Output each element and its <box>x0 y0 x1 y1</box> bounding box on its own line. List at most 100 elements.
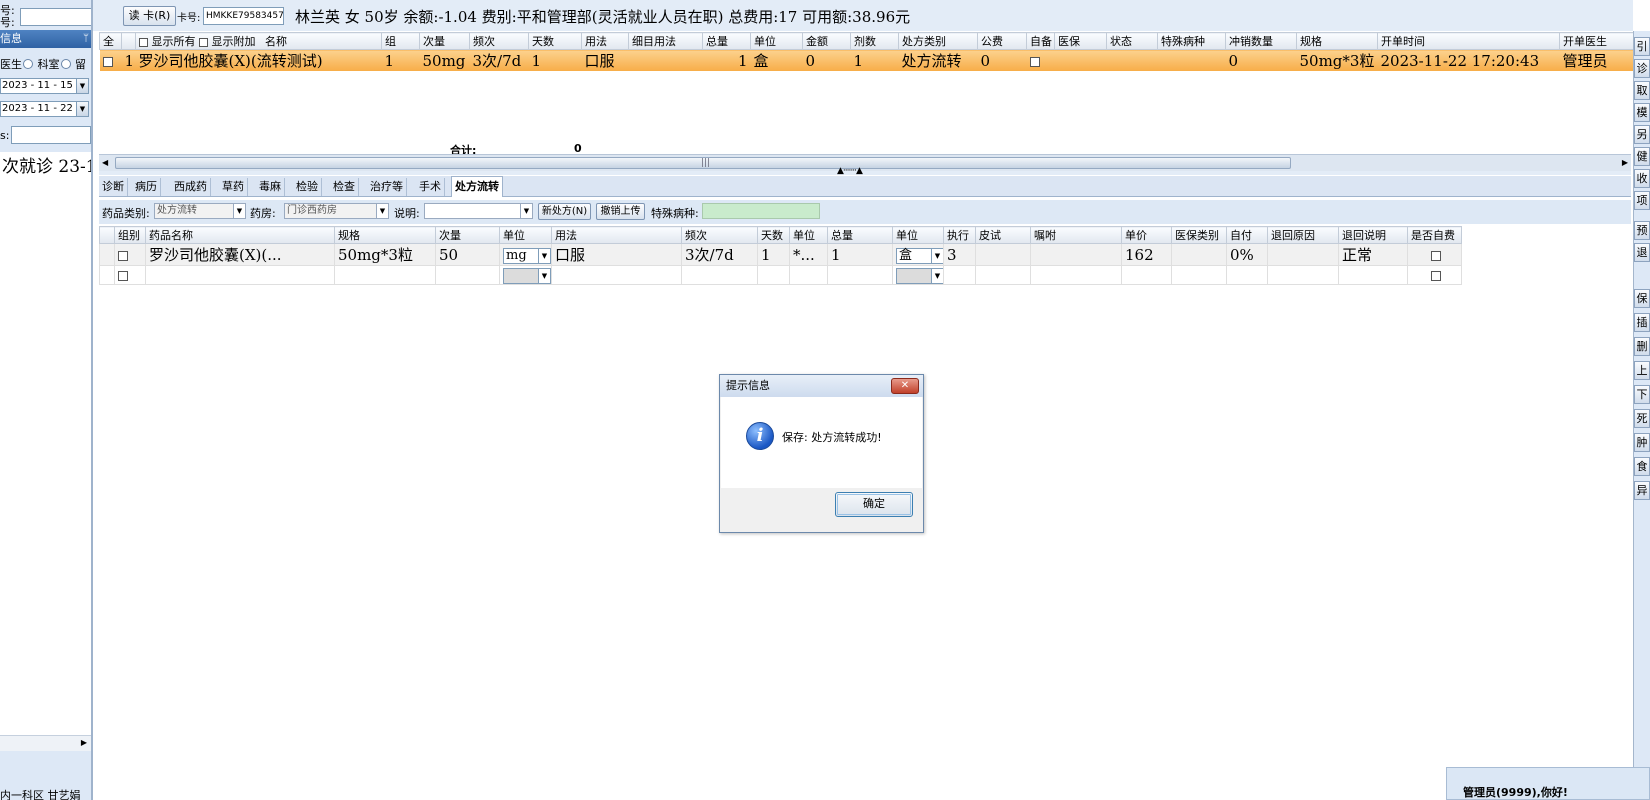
tab-treatment[interactable]: 治疗等 <box>367 178 407 196</box>
group-cell[interactable] <box>114 243 146 266</box>
col-public-fee[interactable]: 公费 <box>977 32 1027 50</box>
drug-category-select[interactable]: 处方流转 ▼ <box>154 203 246 219</box>
tab-diagnosis[interactable]: 诊断 <box>99 178 128 196</box>
row-checkbox-cell[interactable] <box>99 49 122 71</box>
total-unit-cell[interactable]: ▼ <box>892 265 944 285</box>
chevron-down-icon[interactable]: ▼ <box>538 269 550 283</box>
usage[interactable]: 口服 <box>551 243 682 266</box>
col-price[interactable]: 单价 <box>1121 226 1172 244</box>
table-row[interactable]: 1 罗沙司他胶囊(X)(流转测试) 1 50mg 3次/7d 1 口服 1 盒 … <box>99 49 1644 71</box>
col-rx-type[interactable]: 处方类别 <box>898 32 978 50</box>
group-checkbox[interactable] <box>118 271 128 281</box>
usage-input[interactable] <box>551 265 682 285</box>
visit-list-item[interactable]: 次就诊 23-1 <box>0 152 91 177</box>
days[interactable] <box>757 265 790 285</box>
chevron-down-icon[interactable]: ▼ <box>76 102 88 116</box>
skin-test[interactable] <box>975 243 1031 266</box>
self-funded-checkbox[interactable] <box>1431 271 1441 281</box>
chevron-down-icon[interactable]: ▼ <box>520 204 532 218</box>
tool-button-save[interactable]: 保 <box>1634 289 1650 308</box>
col-detail-usage[interactable]: 细目用法 <box>628 32 703 50</box>
col-day-unit[interactable]: 单位 <box>789 226 828 244</box>
group-checkbox[interactable] <box>118 250 128 261</box>
drug-name[interactable]: 罗沙司他胶囊(X)(... <box>145 243 335 266</box>
dose-unit-cell[interactable]: ▼ <box>499 265 552 285</box>
scroll-right-icon[interactable]: ▶ <box>81 738 87 747</box>
col-spec[interactable]: 规格 <box>334 226 436 244</box>
left-hscrollbar[interactable]: ▶ <box>0 735 91 751</box>
col-drug-name[interactable]: 药品名称 <box>145 226 335 244</box>
execute[interactable]: 3 <box>943 243 976 266</box>
advice-input[interactable] <box>1030 265 1122 285</box>
tab-herbal[interactable]: 草药 <box>219 178 248 196</box>
tab-narcotics[interactable]: 毒麻 <box>256 178 285 196</box>
cancel-upload-button[interactable]: 撤销上传 <box>596 203 645 220</box>
col-days[interactable]: 天数 <box>757 226 790 244</box>
chevron-down-icon[interactable]: ▼ <box>538 248 550 263</box>
col-return-reason[interactable]: 退回原因 <box>1267 226 1339 244</box>
tool-button-death[interactable]: 死 <box>1634 409 1650 428</box>
days[interactable]: 1 <box>757 243 790 266</box>
chevron-down-icon[interactable]: ▼ <box>376 204 388 218</box>
tab-surgery[interactable]: 手术 <box>416 178 445 196</box>
col-group[interactable]: 组别 <box>114 226 146 244</box>
pane-splitter[interactable]: ▲·······▲ <box>99 166 1631 176</box>
dose-unit-cell[interactable]: mg ▼ <box>499 243 552 266</box>
col-days[interactable]: 天数 <box>528 32 582 50</box>
chevron-down-icon[interactable]: ▼ <box>931 269 943 283</box>
patient-no-input[interactable] <box>20 8 91 26</box>
chevron-down-icon[interactable]: ▼ <box>233 204 245 218</box>
tool-button-insert[interactable]: 插 <box>1634 313 1650 332</box>
col-status[interactable]: 状态 <box>1106 32 1158 50</box>
col-total[interactable]: 总量 <box>827 226 893 244</box>
ok-button[interactable]: 确定 <box>835 492 913 517</box>
tool-button-food[interactable]: 食 <box>1634 457 1650 476</box>
tool-button-item[interactable]: 项 <box>1634 191 1650 210</box>
pin-icon[interactable]: ᛘ <box>83 30 89 48</box>
scroll-right-icon[interactable]: ▶ <box>1622 158 1628 167</box>
radio-doctor[interactable] <box>23 59 33 69</box>
scrollbar-thumb[interactable]: ||| <box>115 157 1291 169</box>
tool-button-delete[interactable]: 删 <box>1634 337 1650 356</box>
total-unit-cell[interactable]: 盒 ▼ <box>892 243 944 266</box>
frequency-input[interactable] <box>681 265 758 285</box>
group-cell[interactable] <box>114 265 146 285</box>
tab-prescription-transfer[interactable]: 处方流转 <box>451 176 503 197</box>
tool-button-template[interactable]: 模 <box>1634 103 1650 122</box>
col-dose-unit[interactable]: 单位 <box>499 226 552 244</box>
splitter-grip-icon[interactable]: ▲·······▲ <box>837 166 863 176</box>
tool-button-quote[interactable]: 引 <box>1634 37 1650 56</box>
col-self-pay[interactable]: 自付 <box>1226 226 1268 244</box>
col-self-supply[interactable]: 自备 <box>1026 32 1055 50</box>
drug-name-input[interactable] <box>145 265 335 285</box>
col-skin-test[interactable]: 皮试 <box>975 226 1031 244</box>
tab-medical-record[interactable]: 病历 <box>132 178 161 196</box>
tool-button-health[interactable]: 健 <box>1634 147 1650 166</box>
show-extra-checkbox[interactable] <box>199 37 208 47</box>
tool-button-other[interactable]: 另 <box>1634 125 1650 144</box>
col-name[interactable]: 显示所有 显示附加 名称 <box>135 32 382 50</box>
col-return-note[interactable]: 退回说明 <box>1338 226 1408 244</box>
tool-button-up[interactable]: 上 <box>1634 361 1650 380</box>
col-frequency[interactable]: 频次 <box>469 32 529 50</box>
col-spec[interactable]: 规格 <box>1296 32 1378 50</box>
date-to-picker[interactable]: 2023 - 11 - 22 ▼ <box>0 101 89 117</box>
col-order-time[interactable]: 开单时间 <box>1377 32 1560 50</box>
total[interactable] <box>827 265 893 285</box>
tool-button-diagnose[interactable]: 诊 <box>1634 59 1650 78</box>
col-total-unit[interactable]: 单位 <box>892 226 944 244</box>
show-all-checkbox[interactable] <box>139 37 148 47</box>
col-unit[interactable]: 单位 <box>750 32 803 50</box>
tool-button-abnormal[interactable]: 异 <box>1634 481 1650 500</box>
col-dose[interactable]: 次量 <box>435 226 500 244</box>
card-number-input[interactable]: HMKKE79583457 <box>203 7 284 25</box>
pharmacy-select[interactable]: 门诊西药房 ▼ <box>284 203 389 219</box>
dose-unit-select[interactable]: mg ▼ <box>503 247 551 264</box>
tool-button-down[interactable]: 下 <box>1634 385 1650 404</box>
special-disease-input[interactable] <box>702 203 820 219</box>
dose[interactable]: 50 <box>435 243 500 266</box>
total[interactable]: 1 <box>827 243 893 266</box>
col-writeoff-qty[interactable]: 冲销数量 <box>1225 32 1297 50</box>
col-insurance-type[interactable]: 医保类别 <box>1171 226 1227 244</box>
col-self-funded[interactable]: 是否自费 <box>1407 226 1462 244</box>
